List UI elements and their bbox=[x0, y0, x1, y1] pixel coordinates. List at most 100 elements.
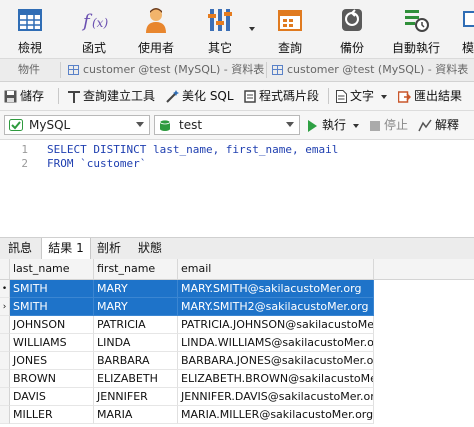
toolbar-function-button[interactable]: f (x) 函式 bbox=[64, 0, 124, 58]
result-grid: last_name first_name email • SMITH MARY MAR… bbox=[0, 259, 474, 427]
run-button[interactable]: 執行 bbox=[308, 111, 359, 139]
tab-profile[interactable]: 剖析 bbox=[90, 238, 128, 259]
sql-line-2[interactable]: FROM `customer` bbox=[47, 157, 146, 170]
database-select-value: test bbox=[179, 118, 203, 132]
connection-check-icon bbox=[9, 119, 23, 131]
table-icon bbox=[272, 65, 283, 75]
toolbar-backup-button[interactable]: 備份 bbox=[322, 0, 382, 58]
connection-bar: MySQL test 執行 停止 解釋 bbox=[0, 111, 474, 140]
stop-label: 停止 bbox=[384, 118, 409, 132]
database-select[interactable]: test bbox=[154, 115, 300, 135]
query-builder-button[interactable]: 查詢建立工具 bbox=[68, 82, 155, 110]
tab-divider bbox=[266, 62, 267, 78]
sql-editor[interactable]: 1 2 SELECT DISTINCT last_name, first_nam… bbox=[0, 140, 474, 237]
backup-icon bbox=[342, 9, 362, 31]
table-cell-email[interactable]: BARBARA.JONES@sakilacustoMer.org bbox=[178, 352, 374, 370]
magic-wand-icon bbox=[166, 90, 179, 103]
chevron-down-icon bbox=[136, 122, 144, 127]
tab-status[interactable]: 狀態 bbox=[130, 238, 170, 259]
database-icon bbox=[159, 119, 171, 131]
table-cell-last-name[interactable]: JOHNSON bbox=[10, 316, 94, 334]
save-button[interactable]: 儲存 bbox=[4, 82, 44, 110]
row-indicator[interactable] bbox=[0, 334, 10, 352]
table-row[interactable]: MILLER MARIA MARIA.MILLER@sakilacustoMer.o… bbox=[0, 406, 474, 424]
column-header[interactable]: email bbox=[178, 259, 374, 279]
toolbar-other-button[interactable]: 其它 bbox=[190, 0, 250, 58]
table-cell-email[interactable]: PATRICIA.JOHNSON@sakilacustoMer.org bbox=[178, 316, 374, 334]
table-cell-last-name[interactable]: DAVIS bbox=[10, 388, 94, 406]
row-indicator[interactable] bbox=[0, 388, 10, 406]
table-cell-first-name[interactable]: MARIA bbox=[94, 406, 178, 424]
table-cell-first-name[interactable]: LINDA bbox=[94, 334, 178, 352]
connection-select[interactable]: MySQL bbox=[4, 115, 150, 135]
text-mode-button[interactable]: 文字 bbox=[336, 82, 387, 110]
table-row[interactable]: WILLIAMS LINDA LINDA.WILLIAMS@sakilacustoM… bbox=[0, 334, 474, 352]
toolbar-query-button[interactable]: 查詢 bbox=[260, 0, 320, 58]
table-cell-email[interactable]: JENNIFER.DAVIS@sakilacustoMer.org bbox=[178, 388, 374, 406]
tab-divider bbox=[60, 62, 61, 78]
model-icon bbox=[463, 11, 474, 27]
toolbar-schedule-button[interactable]: 自動執行 bbox=[384, 0, 448, 58]
table-cell-last-name[interactable]: JONES bbox=[10, 352, 94, 370]
explain-button[interactable]: 解釋 bbox=[418, 111, 459, 139]
code-snippet-button[interactable]: 程式碼片段 bbox=[244, 82, 319, 110]
save-label: 儲存 bbox=[20, 89, 45, 103]
schedule-icon bbox=[405, 10, 429, 32]
toolbar-view-label: 檢視 bbox=[17, 41, 42, 55]
editor-toolbar: 儲存 查詢建立工具 美化 SQL 程式碼片段 文字 匯出結果 bbox=[0, 82, 474, 111]
toolbar-view-button[interactable]: 檢視 bbox=[0, 0, 60, 58]
tab-result-1[interactable]: 結果 1 bbox=[41, 238, 91, 260]
row-indicator[interactable] bbox=[0, 352, 10, 370]
toolbar-user-button[interactable]: 使用者 bbox=[126, 0, 186, 58]
stop-button[interactable]: 停止 bbox=[370, 111, 408, 139]
table-row[interactable]: JOHNSON PATRICIA PATRICIA.JOHNSON@sakilacu… bbox=[0, 316, 474, 334]
chevron-down-icon bbox=[352, 123, 359, 128]
table-row[interactable]: DAVIS JENNIFER JENNIFER.DAVIS@sakilacustoM… bbox=[0, 388, 474, 406]
query-builder-icon bbox=[68, 91, 80, 103]
text-mode-label: 文字 bbox=[350, 89, 375, 103]
table-row[interactable]: JONES BARBARA BARBARA.JONES@sakilacustoMer… bbox=[0, 352, 474, 370]
tab-objects[interactable]: 物件 bbox=[18, 59, 40, 81]
table-row[interactable]: • SMITH MARY MARY.SMITH@sakilacustoMer.org bbox=[0, 280, 474, 298]
row-indicator[interactable] bbox=[0, 316, 10, 334]
table-cell-first-name[interactable]: JENNIFER bbox=[94, 388, 178, 406]
table-row[interactable]: › SMITH MARY MARY.SMITH2@sakilacustoMer.org bbox=[0, 298, 474, 316]
object-tab-bar: 物件 customer @test (MySQL) - 資料表 customer… bbox=[0, 59, 474, 82]
save-icon bbox=[4, 90, 17, 103]
tab-customer-table-2[interactable]: customer @test (MySQL) - 資料表 bbox=[272, 59, 468, 81]
table-cell-email[interactable]: LINDA.WILLIAMS@sakilacustoMer.org bbox=[178, 334, 374, 352]
table-cell-last-name[interactable]: WILLIAMS bbox=[10, 334, 94, 352]
table-cell-first-name[interactable]: PATRICIA bbox=[94, 316, 178, 334]
table-cell-last-name[interactable]: BROWN bbox=[10, 370, 94, 388]
sql-line-1[interactable]: SELECT DISTINCT last_name, first_name, e… bbox=[47, 143, 338, 156]
table-cell-first-name[interactable]: MARY bbox=[94, 280, 178, 298]
query-builder-label: 查詢建立工具 bbox=[83, 89, 156, 103]
row-indicator[interactable]: • bbox=[0, 280, 10, 298]
explain-icon bbox=[418, 119, 432, 132]
tab-customer-table-1[interactable]: customer @test (MySQL) - 資料表 bbox=[68, 59, 264, 81]
export-result-button[interactable]: 匯出結果 bbox=[398, 82, 462, 110]
table-cell-first-name[interactable]: MARY bbox=[94, 298, 178, 316]
row-indicator[interactable] bbox=[0, 370, 10, 388]
table-cell-email[interactable]: MARY.SMITH@sakilacustoMer.org bbox=[178, 280, 374, 298]
column-header[interactable]: last_name bbox=[10, 259, 94, 279]
beautify-sql-button[interactable]: 美化 SQL bbox=[166, 82, 234, 110]
explain-label: 解釋 bbox=[435, 118, 460, 132]
row-indicator[interactable]: › bbox=[0, 298, 10, 316]
table-cell-email[interactable]: MARIA.MILLER@sakilacustoMer.org bbox=[178, 406, 374, 424]
table-cell-email[interactable]: ELIZABETH.BROWN@sakilacustoMer.org bbox=[178, 370, 374, 388]
column-header[interactable]: first_name bbox=[94, 259, 178, 279]
table-row[interactable]: BROWN ELIZABETH ELIZABETH.BROWN@sakilacust… bbox=[0, 370, 474, 388]
table-cell-first-name[interactable]: ELIZABETH bbox=[94, 370, 178, 388]
row-indicator[interactable] bbox=[0, 406, 10, 424]
line-number: 1 bbox=[21, 143, 28, 156]
table-cell-first-name[interactable]: BARBARA bbox=[94, 352, 178, 370]
table-cell-email[interactable]: MARY.SMITH2@sakilacustoMer.org bbox=[178, 298, 374, 316]
table-cell-last-name[interactable]: SMITH bbox=[10, 298, 94, 316]
tab-message[interactable]: 訊息 bbox=[0, 238, 40, 259]
toolbar-model-button[interactable]: 模 bbox=[458, 0, 474, 58]
query-icon bbox=[278, 10, 302, 31]
toolbar-other-dropdown-icon[interactable] bbox=[249, 27, 255, 31]
table-cell-last-name[interactable]: MILLER bbox=[10, 406, 94, 424]
table-cell-last-name[interactable]: SMITH bbox=[10, 280, 94, 298]
